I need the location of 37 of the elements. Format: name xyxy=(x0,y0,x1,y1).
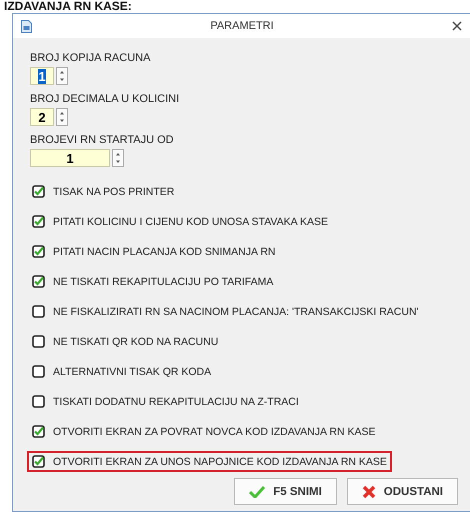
document-icon xyxy=(21,20,32,32)
check-icon xyxy=(249,486,266,498)
option-label: ALTERNATIVNI TISAK QR KODA xyxy=(53,366,212,378)
checked-checkbox[interactable] xyxy=(32,215,45,228)
field-label: BROJ DECIMALA U KOLICINI xyxy=(30,93,180,105)
option-label: OTVORITI EKRAN ZA POVRAT NOVCA KOD IZDAVANJA RN KASE xyxy=(53,426,376,438)
option-label: NE TISKATI QR KOD NA RACUNU xyxy=(53,336,218,348)
number-field[interactable]: 2 xyxy=(30,108,54,126)
spinner-arrows[interactable] xyxy=(56,108,68,126)
option-label: TISKATI DODATNU REKAPITULACIJU NA Z-TRACI xyxy=(53,396,299,408)
checkbox[interactable] xyxy=(32,395,45,408)
checked-checkbox[interactable] xyxy=(32,455,45,468)
spinner-arrows[interactable] xyxy=(112,149,124,167)
close-icon xyxy=(362,484,376,498)
checkbox[interactable] xyxy=(32,365,45,378)
close-icon[interactable] xyxy=(452,21,462,31)
save-button[interactable]: F5 SNIMI xyxy=(234,478,337,505)
option-label: PITATI NACIN PLACANJA KOD SNIMANJA RN xyxy=(53,246,276,258)
option-label: OTVORITI EKRAN ZA UNOS NAPOJNICE KOD IZDAVANJA RN KASE xyxy=(53,456,387,468)
checked-checkbox[interactable] xyxy=(32,185,45,198)
checked-checkbox[interactable] xyxy=(32,275,45,288)
checkbox[interactable] xyxy=(32,335,45,348)
checked-checkbox[interactable] xyxy=(32,245,45,258)
option-label: PITATI KOLICINU I CIJENU KOD UNOSA STAVAKA KASE xyxy=(53,216,328,228)
option-label: NE TISKATI REKAPITULACIJU PO TARIFAMA xyxy=(53,276,274,288)
field-label: BROJ KOPIJA RACUNA xyxy=(30,52,150,64)
field-label: BROJEVI RN STARTAJU OD xyxy=(30,134,174,146)
option-label: TISAK NA POS PRINTER xyxy=(53,186,174,198)
cancel-button[interactable]: ODUSTANI xyxy=(346,478,458,505)
page-heading: IZDAVANJA RN KASE: xyxy=(3,0,133,13)
number-field[interactable]: 1 xyxy=(30,67,54,85)
checkbox[interactable] xyxy=(32,305,45,318)
spinner-arrows[interactable] xyxy=(56,67,68,85)
number-field[interactable]: 1 xyxy=(30,149,110,167)
checked-checkbox[interactable] xyxy=(32,425,45,438)
window-title: PARAMETRI xyxy=(209,20,275,32)
option-label: NE FISKALIZIRATI RN SA NACINOM PLACANJA: 'TRANSAKCIJSKI RACUN' xyxy=(53,306,419,318)
